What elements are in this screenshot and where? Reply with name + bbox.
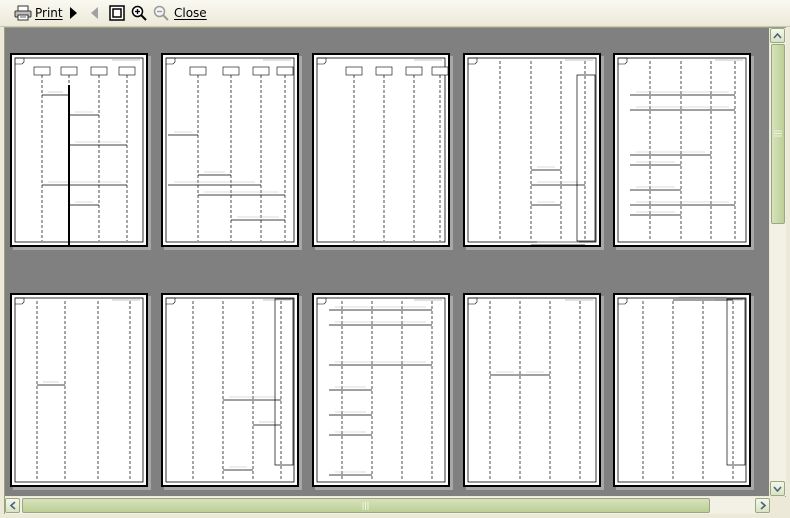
activation-bar bbox=[726, 298, 746, 466]
diagram-frame bbox=[316, 57, 446, 243]
page-diagram bbox=[467, 57, 597, 245]
previous-page-button[interactable] bbox=[90, 4, 100, 22]
chevron-up-icon bbox=[773, 32, 782, 39]
preview-canvas[interactable] bbox=[5, 28, 769, 496]
chevron-left-icon bbox=[9, 501, 16, 510]
lifeline-head bbox=[252, 66, 270, 76]
page-thumbnail[interactable] bbox=[161, 293, 299, 487]
printer-icon bbox=[14, 5, 32, 21]
page-diagram bbox=[617, 296, 747, 483]
activation-bar bbox=[274, 298, 294, 466]
grip-icon bbox=[774, 130, 782, 137]
page-diagram bbox=[165, 297, 295, 483]
print-button[interactable]: Print bbox=[14, 4, 63, 22]
page-thumbnail[interactable] bbox=[312, 293, 450, 487]
frame-tab bbox=[166, 297, 176, 305]
page-diagram bbox=[14, 297, 144, 483]
previous-page-icon bbox=[90, 6, 100, 20]
page-diagram bbox=[316, 297, 446, 483]
page-diagram bbox=[467, 297, 597, 483]
lifeline-head bbox=[90, 66, 108, 76]
one-page-view-button[interactable] bbox=[109, 4, 125, 22]
activation-bar bbox=[576, 74, 596, 242]
lifeline-head bbox=[345, 66, 363, 76]
close-button[interactable]: Close bbox=[174, 4, 207, 22]
lifeline-head bbox=[405, 66, 423, 76]
frame-tab bbox=[166, 57, 176, 65]
lifeline-head bbox=[222, 66, 240, 76]
frame-tab bbox=[15, 297, 25, 305]
print-preview-toolbar: Print Close bbox=[0, 0, 790, 27]
page-thumbnail[interactable] bbox=[161, 53, 299, 247]
print-label: Print bbox=[35, 6, 63, 20]
frame-tab bbox=[15, 57, 25, 65]
diagram-frame bbox=[617, 57, 747, 243]
frame-tab bbox=[317, 57, 327, 65]
diagram-frame bbox=[467, 297, 597, 483]
activation-bar bbox=[68, 85, 70, 245]
scroll-down-button[interactable] bbox=[770, 481, 785, 496]
page-thumbnail[interactable] bbox=[613, 53, 751, 247]
lifeline-head bbox=[375, 66, 393, 76]
frame-tab bbox=[618, 57, 628, 65]
page-thumbnail[interactable] bbox=[463, 53, 601, 247]
vertical-scroll-thumb[interactable] bbox=[771, 44, 785, 224]
page-diagram bbox=[316, 57, 448, 243]
page-thumbnail[interactable] bbox=[10, 53, 148, 247]
chevron-down-icon bbox=[773, 485, 782, 492]
horizontal-scroll-thumb[interactable] bbox=[22, 498, 710, 513]
grip-icon bbox=[362, 501, 369, 510]
frame-tab bbox=[468, 57, 478, 65]
page-diagram bbox=[14, 57, 144, 245]
chevron-right-icon bbox=[759, 501, 766, 510]
lifeline-head bbox=[118, 66, 136, 76]
page-diagram bbox=[617, 57, 747, 243]
lifeline-head bbox=[60, 66, 78, 76]
scrollbar-corner bbox=[770, 497, 786, 514]
page-diagram bbox=[165, 57, 295, 243]
diagram-frame bbox=[14, 57, 144, 243]
close-label: Close bbox=[174, 6, 207, 20]
zoom-in-icon bbox=[131, 5, 147, 21]
next-page-icon bbox=[68, 6, 78, 20]
page-thumbnail[interactable] bbox=[613, 293, 751, 487]
page-thumbnail[interactable] bbox=[10, 293, 148, 487]
lifeline-head bbox=[189, 66, 207, 76]
lifeline-head bbox=[276, 66, 294, 76]
frame-tab bbox=[317, 297, 327, 305]
frame-tab bbox=[618, 297, 628, 305]
lifeline-head bbox=[33, 66, 51, 76]
diagram-frame bbox=[165, 57, 295, 243]
diagram-frame bbox=[14, 297, 144, 483]
page-thumbnail[interactable] bbox=[312, 53, 450, 247]
frame-tab bbox=[468, 297, 478, 305]
zoom-out-button[interactable] bbox=[153, 4, 169, 22]
lifeline-head bbox=[431, 66, 448, 76]
scroll-left-button[interactable] bbox=[5, 498, 20, 513]
page-thumbnail[interactable] bbox=[463, 293, 601, 487]
zoom-in-button[interactable] bbox=[131, 4, 147, 22]
next-page-button[interactable] bbox=[68, 4, 78, 22]
scroll-right-button[interactable] bbox=[755, 498, 770, 513]
zoom-out-icon bbox=[153, 5, 169, 21]
scroll-up-button[interactable] bbox=[770, 28, 785, 43]
one-page-icon bbox=[109, 5, 125, 21]
